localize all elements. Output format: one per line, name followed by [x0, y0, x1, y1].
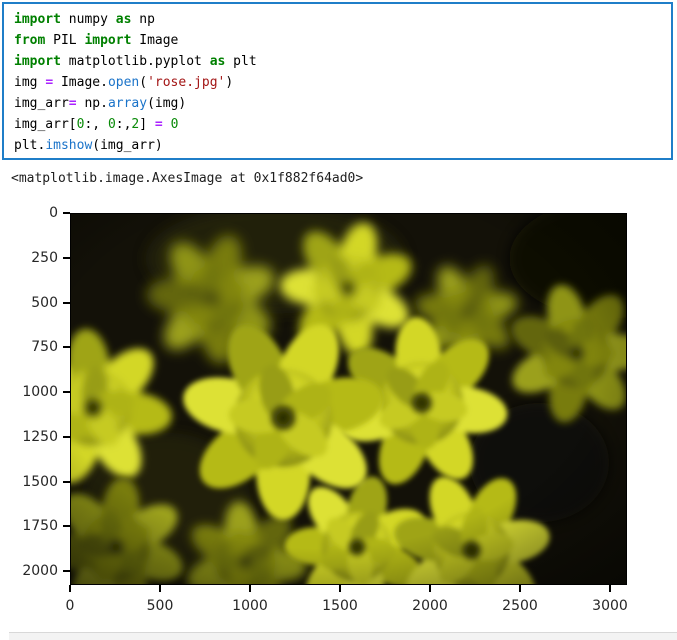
x-tick-mark	[339, 585, 341, 592]
code-token: =	[154, 117, 163, 132]
code-token: )	[225, 75, 234, 90]
code-line: img_arr= np.array(img)	[14, 93, 671, 114]
code-token: =	[68, 96, 77, 111]
x-tick-mark	[519, 585, 521, 592]
x-tick-label: 2000	[412, 598, 448, 614]
code-token: plt	[225, 54, 257, 69]
x-tick-mark	[159, 585, 161, 592]
code-editor[interactable]: import numpy as np from PIL import Image i…	[14, 9, 671, 156]
code-token: =	[45, 75, 54, 90]
x-tick-mark	[69, 585, 71, 592]
matplotlib-figure: 0 250 500 750 1000 1250 1500 1750 2000 0 500 1000 1…	[0, 205, 677, 620]
code-token: (img)	[147, 96, 187, 111]
code-token: numpy	[60, 12, 116, 27]
code-token: import	[14, 12, 61, 27]
code-token: np.	[76, 96, 108, 111]
y-tick-mark	[63, 480, 70, 483]
code-cell[interactable]: import numpy as np from PIL import Image i…	[2, 2, 673, 160]
y-tick-label: 250	[31, 249, 58, 266]
code-line: plt.imshow(img_arr)	[14, 135, 671, 156]
code-token: from	[14, 33, 46, 48]
code-token: np	[131, 12, 155, 27]
code-token: (img_arr)	[92, 138, 163, 153]
y-tick-mark	[63, 301, 70, 304]
code-token: PIL	[45, 33, 85, 48]
y-tick-mark	[63, 346, 70, 349]
code-token: import	[14, 54, 61, 69]
code-token: array	[107, 96, 148, 111]
code-token: import	[84, 33, 132, 48]
code-token: img	[14, 75, 46, 90]
y-tick-label: 0	[49, 205, 58, 221]
x-tick-label: 2500	[502, 598, 538, 614]
code-token: img_arr[	[14, 117, 77, 132]
y-tick-mark	[63, 391, 70, 393]
y-tick-mark	[63, 525, 70, 528]
x-tick-label: 0	[65, 598, 75, 614]
y-tick-label: 1500	[22, 473, 58, 490]
y-tick-label: 1750	[22, 518, 58, 535]
imshow-image	[70, 213, 627, 585]
code-token: ]	[139, 117, 155, 132]
code-token: matplotlib.pyplot	[60, 54, 210, 69]
x-tick-mark	[609, 585, 611, 592]
code-token: Image.	[53, 75, 108, 90]
code-token: open	[107, 75, 140, 90]
code-token: as	[115, 12, 132, 27]
y-tick-mark	[63, 570, 70, 572]
y-tick-mark	[63, 212, 70, 214]
code-line: import numpy as np	[14, 9, 671, 30]
y-tick-label: 1000	[22, 384, 58, 400]
execution-output: <matplotlib.image.AxesImage at 0x1f882f6…	[11, 171, 364, 186]
code-token: 0	[107, 117, 116, 132]
code-token: 0	[170, 117, 179, 132]
code-token: :,	[115, 117, 132, 132]
code-token: as	[209, 54, 226, 69]
code-token: :,	[84, 117, 108, 132]
code-line: from PIL import Image	[14, 30, 671, 51]
y-tick-label: 500	[31, 294, 58, 311]
code-token: Image	[131, 33, 179, 48]
next-cell-placeholder[interactable]	[9, 632, 677, 640]
y-tick-label: 2000	[22, 563, 58, 579]
x-tick-label: 1000	[232, 598, 268, 614]
code-line: img = Image.open('rose.jpg')	[14, 72, 671, 93]
x-tick-label: 1500	[322, 598, 358, 614]
y-tick-mark	[63, 256, 70, 259]
x-tick-mark	[249, 585, 251, 592]
code-token: plt.	[14, 138, 46, 153]
code-line: img_arr[0:, 0:,2] = 0	[14, 114, 671, 135]
y-tick-label: 1250	[22, 428, 58, 445]
x-tick-mark	[429, 585, 431, 592]
code-token: img_arr	[14, 96, 69, 111]
y-tick-label: 750	[31, 339, 58, 356]
code-line: import matplotlib.pyplot as plt	[14, 51, 671, 72]
x-tick-label: 500	[146, 598, 174, 614]
code-token: imshow	[45, 138, 93, 153]
y-tick-mark	[63, 435, 70, 438]
code-token: (	[139, 75, 148, 90]
x-tick-label: 3000	[592, 598, 628, 614]
code-token: 'rose.jpg'	[147, 75, 226, 90]
rose-image-svg	[71, 214, 626, 584]
